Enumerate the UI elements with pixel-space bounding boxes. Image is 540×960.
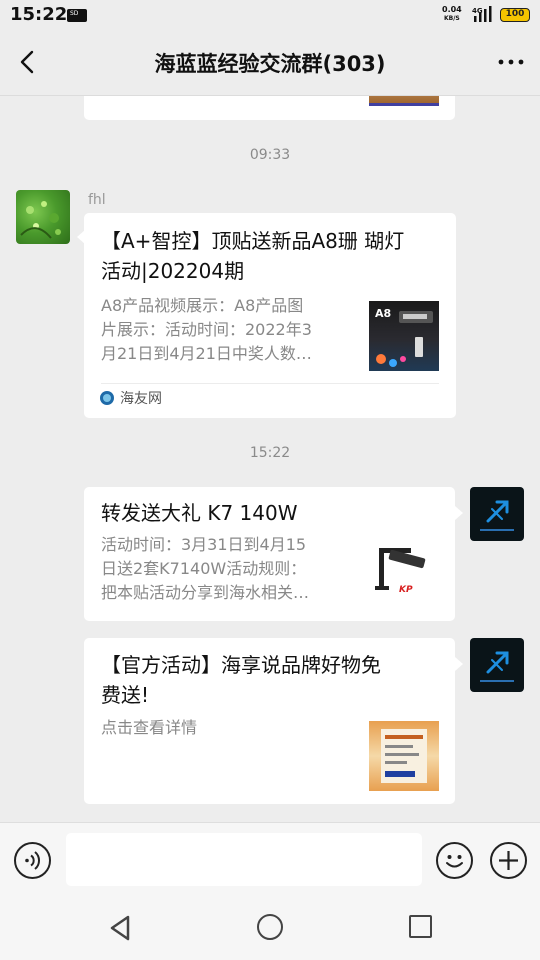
sd-card-icon: SD	[67, 9, 87, 22]
bubble-tail	[455, 657, 463, 671]
nav-back-icon[interactable]	[106, 914, 134, 942]
more-options-icon[interactable]	[496, 50, 526, 74]
card-description-line-1: A8产品视频展示：A8产品图	[101, 296, 304, 315]
signal-icon: 4G	[472, 6, 492, 22]
chat-title: 海蓝蓝经验交流群(303)	[154, 52, 386, 76]
system-navigation-bar	[0, 896, 540, 960]
network-speed: 0.04 KB/S	[442, 5, 462, 23]
link-card-a8[interactable]: 【A+智控】顶贴送新品A8珊 瑚灯 活动|202204期 A8产品视频展示：A8…	[84, 213, 456, 418]
network-speed-unit: KB/S	[444, 15, 460, 22]
card-thumbnail-k7-light: KP	[369, 540, 439, 610]
card-description-line-1: 点击查看详情	[101, 718, 198, 737]
previous-card-thumbnail	[369, 96, 439, 106]
card-description-line-2: 日送2套K7140W活动规则：	[101, 559, 307, 578]
link-card-official-activity[interactable]: 【官方活动】海享说品牌好物免 费送! 点击查看详情	[84, 638, 455, 804]
card-thumbnail-official-activity	[369, 721, 439, 791]
card-description-line-2: 片展示：活动时间：2022年3	[101, 320, 312, 339]
source-label: 海友网	[120, 391, 162, 407]
thumbnail-label: A8	[375, 307, 391, 320]
avatar-image	[480, 651, 514, 682]
card-title-line-2: 活动|202204期	[101, 259, 245, 283]
nav-recent-apps-icon[interactable]	[409, 915, 432, 938]
my-avatar[interactable]	[470, 638, 524, 692]
battery-icon: 100	[500, 8, 530, 22]
link-card-k7[interactable]: 转发送大礼 K7 140W 活动时间：3月31日到4月15 日送2套K7140W…	[84, 487, 455, 621]
card-title-line-2: 费送!	[101, 683, 150, 707]
card-thumbnail-a8-light: A8	[369, 301, 439, 371]
message-input-bar	[0, 822, 540, 896]
avatar-image	[20, 201, 61, 239]
avatar-image	[480, 500, 514, 531]
voice-icon	[25, 851, 41, 870]
chat-message-list[interactable]: 09:33 fhl 【A+智控】顶贴送新品A8珊 瑚灯 活动|202204期 A…	[0, 96, 540, 822]
my-avatar[interactable]	[470, 487, 524, 541]
sender-name: fhl	[88, 192, 106, 208]
card-description-line-1: 活动时间：3月31日到4月15	[101, 535, 307, 554]
previous-message-card[interactable]	[84, 96, 455, 120]
message-input[interactable]	[66, 833, 422, 886]
more-functions-button[interactable]	[490, 842, 527, 879]
status-bar: 15:22 SD 0.04 KB/S 4G 100	[0, 0, 540, 30]
plus-icon	[499, 851, 518, 870]
card-title-line-1: 【A+智控】顶贴送新品A8珊 瑚灯	[101, 229, 405, 253]
emoji-icon	[446, 855, 463, 868]
svg-text:KP: KP	[399, 585, 413, 595]
bubble-tail	[455, 506, 463, 520]
card-title-line-1: 【官方活动】海享说品牌好物免	[101, 653, 381, 677]
card-source: 海友网	[100, 389, 162, 407]
emoji-button[interactable]	[436, 842, 473, 879]
card-divider	[101, 383, 439, 384]
card-description-line-3: 把本贴活动分享到海水相关…	[101, 583, 310, 602]
sd-label: SD	[70, 10, 79, 17]
message-timestamp: 15:22	[249, 445, 291, 461]
source-app-icon	[100, 391, 114, 405]
voice-input-button[interactable]	[14, 842, 51, 879]
card-title: 转发送大礼 K7 140W	[101, 501, 298, 525]
nav-home-icon[interactable]	[257, 914, 283, 940]
status-time: 15:22	[10, 4, 68, 25]
sender-avatar[interactable]	[16, 190, 70, 244]
message-timestamp: 09:33	[249, 147, 291, 163]
network-speed-value: 0.04	[442, 5, 462, 14]
card-description-line-3: 月21日到4月21日中奖人数…	[101, 344, 312, 363]
chat-header: 海蓝蓝经验交流群(303)	[0, 30, 540, 96]
